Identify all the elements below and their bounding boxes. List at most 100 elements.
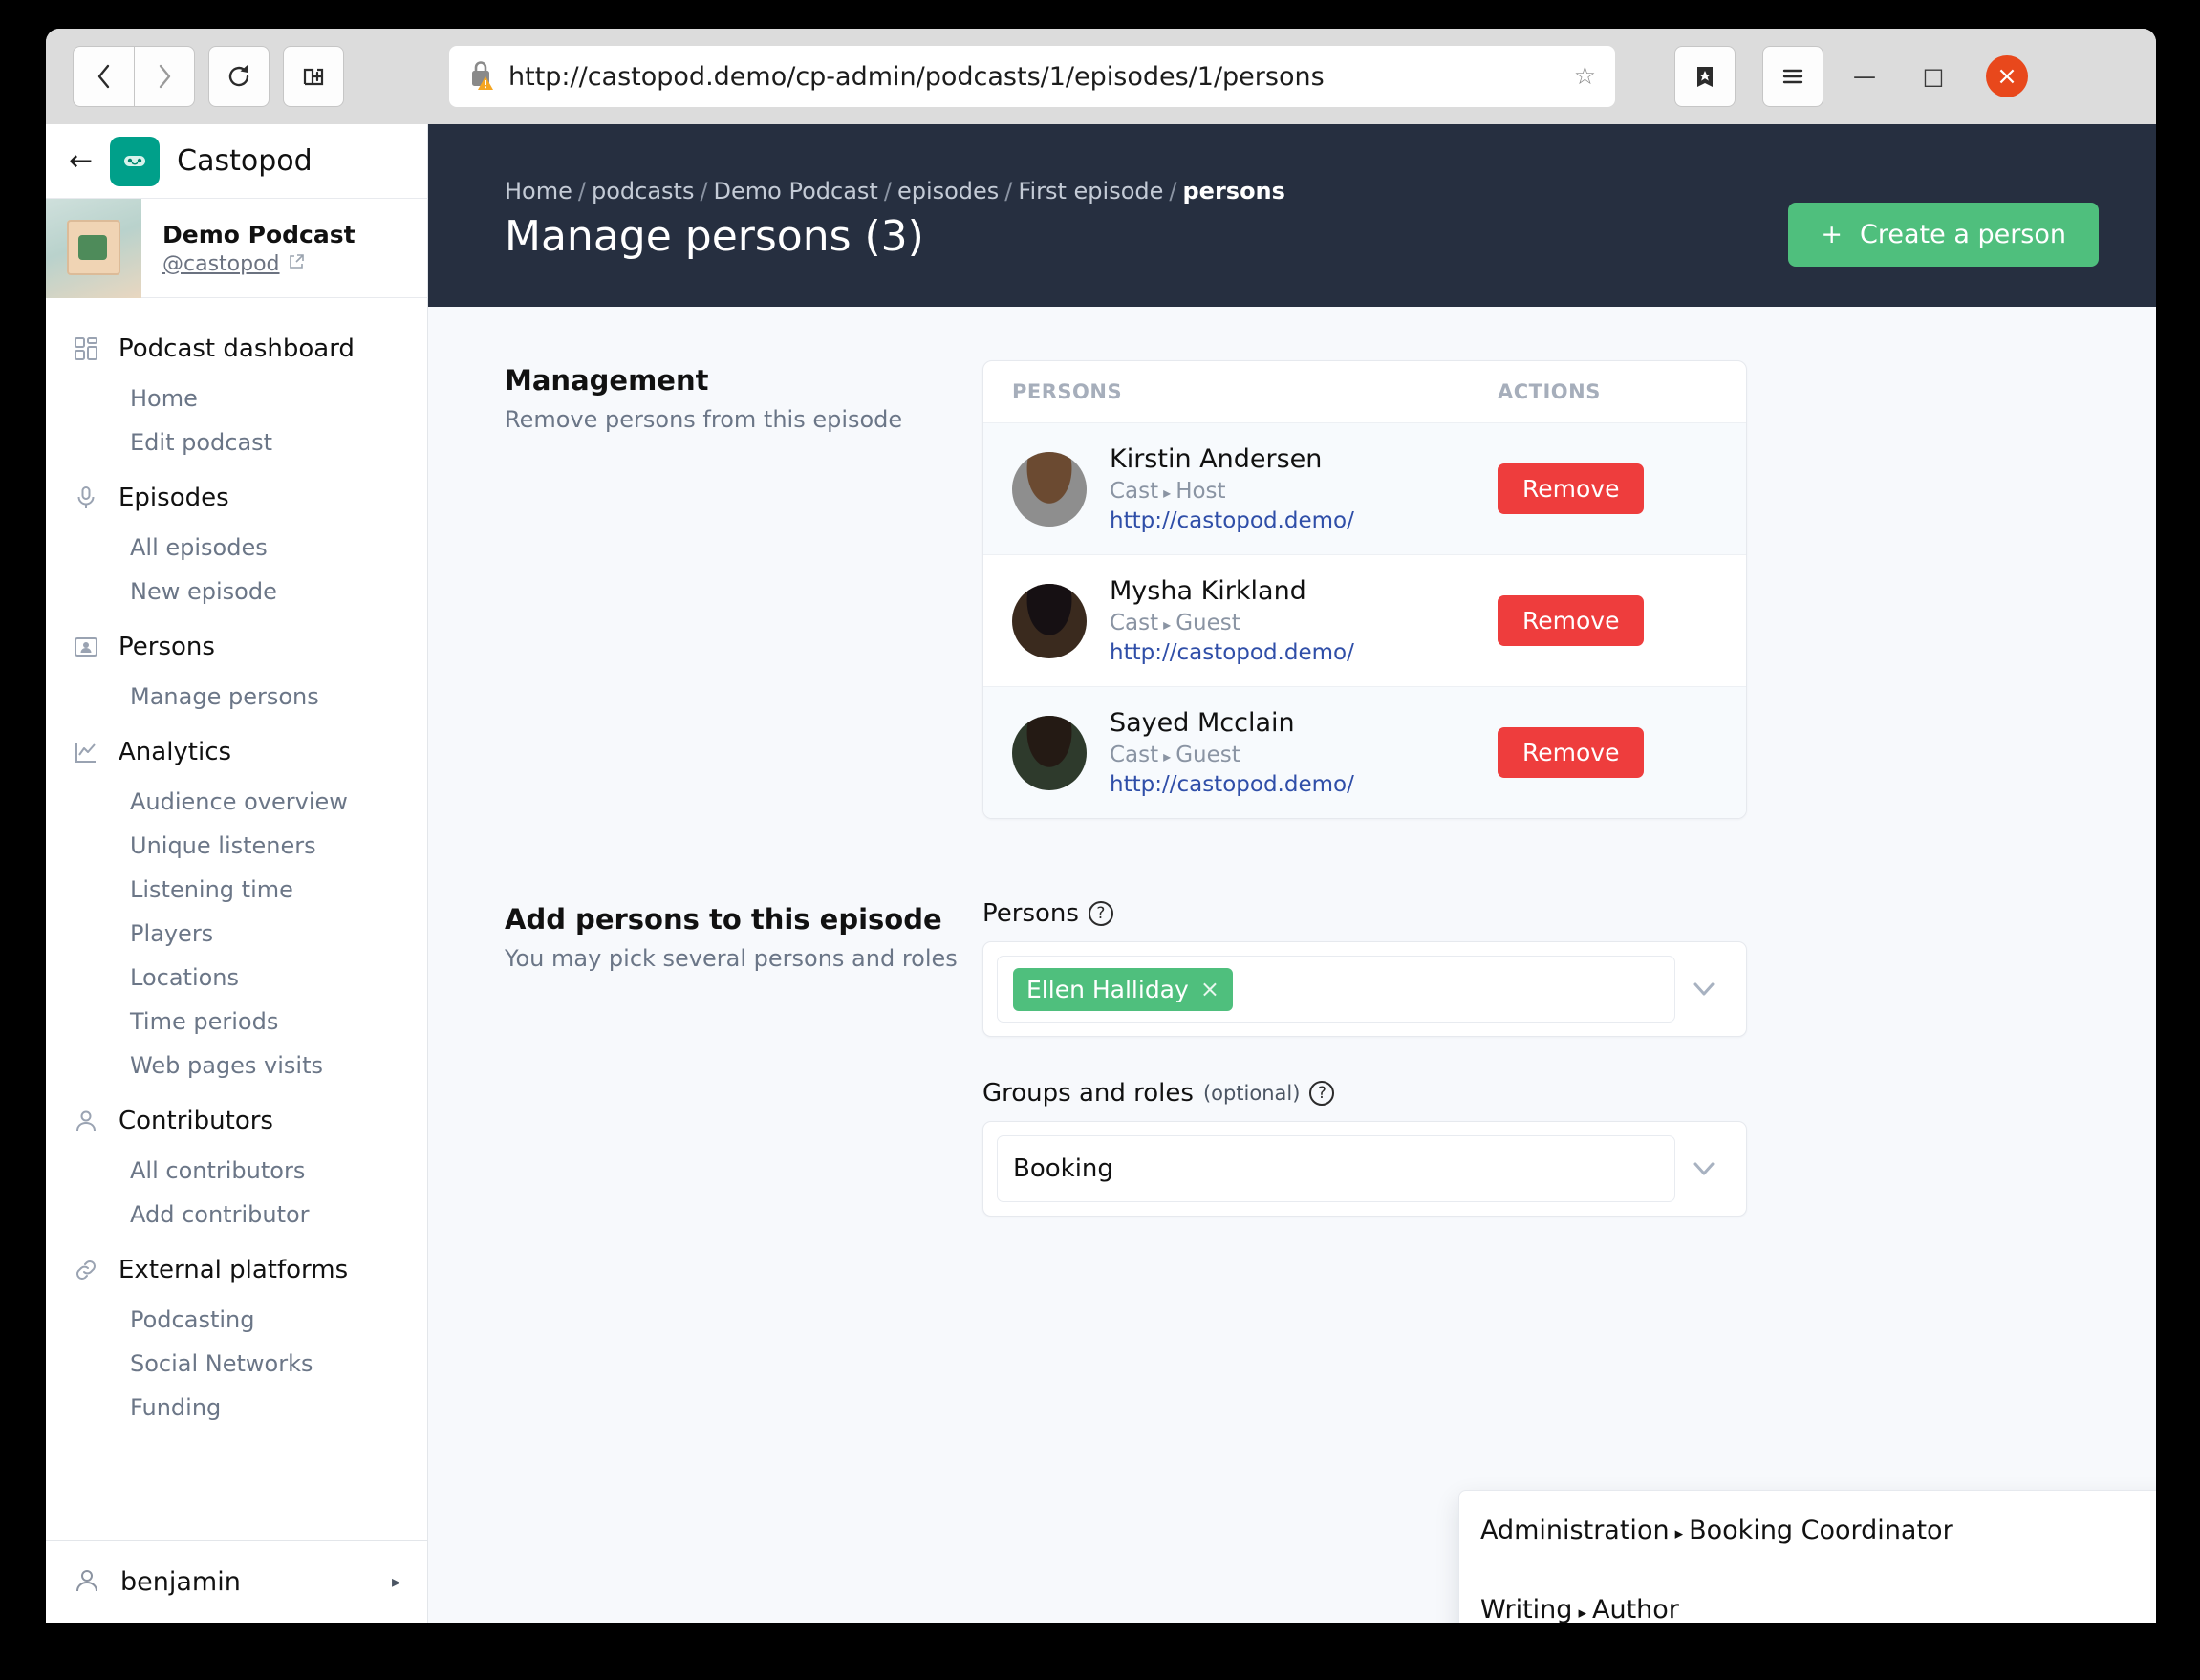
url-text[interactable]: http://castopod.demo/cp-admin/podcasts/1… (508, 62, 1561, 92)
back-button[interactable] (73, 46, 134, 107)
person-group: Cast (1110, 743, 1159, 767)
sidebar-item-edit-podcast[interactable]: Edit podcast (46, 420, 427, 464)
brand-name: Castopod (177, 144, 313, 178)
sidebar-item-web-pages-visits[interactable]: Web pages visits (46, 1044, 427, 1088)
chevron-down-icon[interactable] (1675, 980, 1733, 999)
roles-field-optional: (optional) (1202, 1082, 1301, 1105)
sidebar-item-all-contributors[interactable]: All contributors (46, 1149, 427, 1193)
option-group: Writing (1480, 1595, 1573, 1623)
triangle-icon: ▸ (1674, 1524, 1684, 1543)
roles-field: Groups and roles (optional) ? Booking (982, 1079, 1747, 1217)
person-url[interactable]: http://castopod.demo/ (1110, 640, 1498, 665)
user-name: benjamin (120, 1567, 241, 1597)
castopod-logo-icon (110, 136, 161, 186)
breadcrumb-item[interactable]: Demo Podcast (714, 178, 878, 205)
sidebar-section-external-platforms: External platforms Podcasting Social Netwo… (46, 1242, 427, 1430)
bookmarks-library-icon[interactable] (1674, 46, 1736, 107)
roles-select-value: Booking (1013, 1154, 1113, 1183)
breadcrumb-item[interactable]: Home (505, 178, 572, 205)
help-icon[interactable]: ? (1088, 901, 1113, 926)
sidebar-section-label: Contributors (119, 1107, 273, 1135)
maximize-button[interactable]: □ (1906, 49, 1961, 104)
sidebar-item-all-episodes[interactable]: All episodes (46, 526, 427, 570)
remove-person-button[interactable]: Remove (1498, 595, 1645, 646)
management-section-label: Management Remove persons from this epis… (505, 360, 982, 819)
sidebar-back-icon[interactable]: ← (69, 144, 93, 178)
sidebar-head-external-platforms[interactable]: External platforms (46, 1242, 427, 1298)
sidebar-section-persons: Persons Manage persons (46, 619, 427, 719)
sidebar-head-podcast-dashboard[interactable]: Podcast dashboard (46, 321, 427, 377)
person-role: Cast ▸ Host (1110, 479, 1498, 504)
person-url[interactable]: http://castopod.demo/ (1110, 772, 1498, 797)
breadcrumb-item[interactable]: podcasts (592, 178, 694, 205)
persons-select[interactable]: Ellen Halliday × (982, 941, 1747, 1037)
main-content: Home / podcasts / Demo Podcast / episodes / Firs… (428, 124, 2156, 1623)
new-tab-button[interactable] (283, 46, 344, 107)
dropdown-option[interactable]: Writing ▸ Author (1459, 1570, 2156, 1623)
reload-button[interactable] (208, 46, 270, 107)
column-header-persons: PERSONS (1012, 380, 1123, 403)
selected-person-chip[interactable]: Ellen Halliday × (1013, 967, 1233, 1011)
row-actions: Remove (1498, 595, 1717, 646)
user-avatar-icon (73, 1566, 101, 1599)
breadcrumb-item[interactable]: episodes (897, 178, 999, 205)
forward-button[interactable] (134, 46, 195, 107)
minimize-button[interactable]: — (1837, 49, 1892, 104)
sidebar-head-persons[interactable]: Persons (46, 619, 427, 675)
person-role-name: Guest (1175, 743, 1240, 767)
sidebar-brand-bar: ← Castopod (46, 124, 427, 199)
remove-person-button[interactable]: Remove (1498, 727, 1645, 778)
persons-select-input[interactable]: Ellen Halliday × (997, 956, 1675, 1023)
persons-field-label-text: Persons (982, 899, 1079, 928)
remove-person-button[interactable]: Remove (1498, 463, 1645, 514)
sidebar-section-label: Analytics (119, 738, 232, 766)
podcast-handle-link[interactable]: @castopod (162, 252, 356, 276)
management-heading: Management (505, 364, 709, 397)
bookmark-star-icon[interactable]: ☆ (1574, 62, 1596, 91)
sidebar-head-analytics[interactable]: Analytics (46, 724, 427, 780)
address-bar[interactable]: http://castopod.demo/cp-admin/podcasts/1… (449, 46, 1615, 107)
help-icon[interactable]: ? (1309, 1081, 1335, 1106)
sidebar-item-new-episode[interactable]: New episode (46, 570, 427, 614)
plus-icon: + (1821, 220, 1844, 249)
roles-dropdown-list[interactable]: Administration ▸ Booking Coordinator Writin… (1458, 1490, 2156, 1623)
sidebar-user-menu[interactable]: benjamin ▸ (46, 1540, 427, 1623)
sidebar-item-time-periods[interactable]: Time periods (46, 1000, 427, 1044)
option-role: Author (1591, 1595, 1679, 1623)
current-podcast-card[interactable]: Demo Podcast @castopod (46, 198, 427, 298)
roles-field-label-text: Groups and roles (982, 1079, 1194, 1108)
sidebar-item-funding[interactable]: Funding (46, 1386, 427, 1430)
create-person-button[interactable]: + Create a person (1788, 203, 2099, 267)
breadcrumb-separator: / (883, 178, 892, 205)
persons-table-header: PERSONS ACTIONS (983, 361, 1746, 423)
roles-select-input[interactable]: Booking (997, 1135, 1675, 1202)
close-window-button[interactable]: × (1986, 55, 2028, 97)
sidebar-item-podcasting[interactable]: Podcasting (46, 1298, 427, 1342)
sidebar-item-locations[interactable]: Locations (46, 956, 427, 1000)
sidebar-item-audience-overview[interactable]: Audience overview (46, 780, 427, 824)
sidebar-item-listening-time[interactable]: Listening time (46, 868, 427, 912)
sidebar-item-add-contributor[interactable]: Add contributor (46, 1193, 427, 1237)
person-name: Kirstin Andersen (1110, 444, 1323, 474)
remove-chip-icon[interactable]: × (1200, 976, 1219, 1002)
hamburger-menu-icon[interactable] (1762, 46, 1823, 107)
triangle-icon: ▸ (1578, 1604, 1586, 1623)
sidebar-item-players[interactable]: Players (46, 912, 427, 956)
sidebar-item-manage-persons[interactable]: Manage persons (46, 675, 427, 719)
person-url[interactable]: http://castopod.demo/ (1110, 508, 1498, 533)
page-hero: Home / podcasts / Demo Podcast / episodes / Firs… (428, 124, 2156, 307)
breadcrumb-item[interactable]: First episode (1018, 178, 1163, 205)
sidebar-head-episodes[interactable]: Episodes (46, 470, 427, 526)
dropdown-option[interactable]: Administration ▸ Booking Coordinator (1459, 1491, 2156, 1570)
sidebar-item-social-networks[interactable]: Social Networks (46, 1342, 427, 1386)
sidebar-head-contributors[interactable]: Contributors (46, 1093, 427, 1149)
chevron-right-icon[interactable]: ▸ (392, 1572, 400, 1592)
sidebar-item-home[interactable]: Home (46, 377, 427, 420)
podcast-info: Demo Podcast @castopod (141, 221, 356, 276)
sidebar-item-unique-listeners[interactable]: Unique listeners (46, 824, 427, 868)
roles-select[interactable]: Booking (982, 1121, 1747, 1217)
contributors-icon (73, 1108, 99, 1134)
chevron-down-icon[interactable] (1675, 1159, 1733, 1178)
person-role-name: Host (1175, 479, 1226, 504)
hero-left: Home / podcasts / Demo Podcast / episodes / Firs… (505, 178, 1285, 261)
